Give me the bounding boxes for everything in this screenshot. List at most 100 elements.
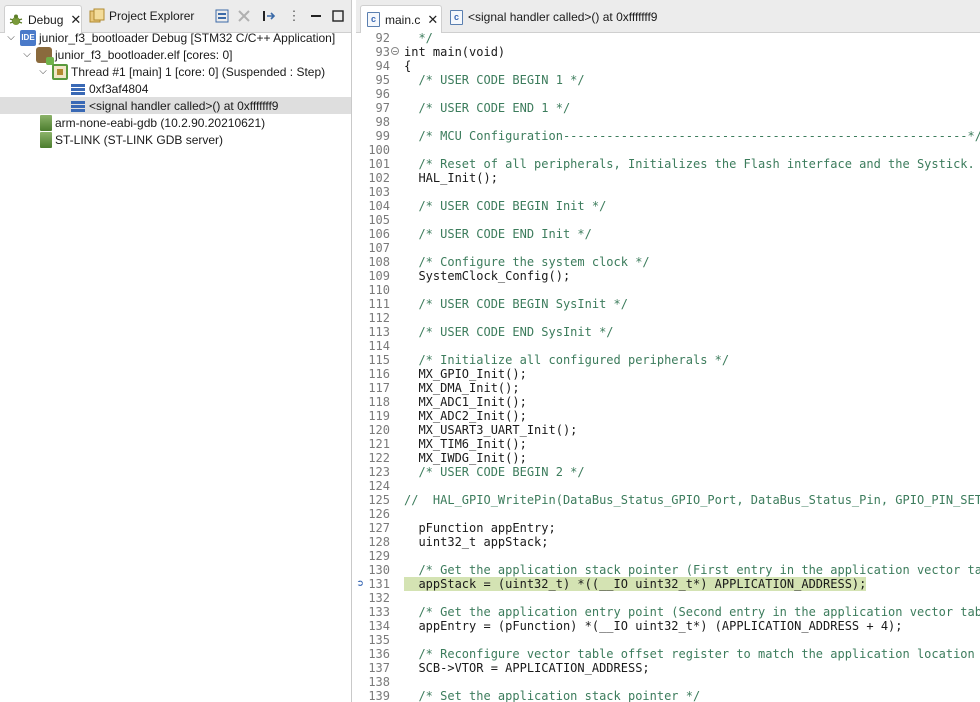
- code-line[interactable]: 112: [356, 311, 980, 325]
- code-editor[interactable]: 92 */93− int main(void) 94{95 /* USER CODE…: [356, 31, 980, 702]
- code-line[interactable]: 129: [356, 549, 980, 563]
- line-number: 136: [368, 647, 390, 661]
- code-line[interactable]: 133 /* Get the application entry point (…: [356, 605, 980, 619]
- code-line[interactable]: 128 uint32_t appStack;: [356, 535, 980, 549]
- line-number: 97: [375, 101, 390, 115]
- code-text: /* Configure the system clock */: [404, 255, 650, 269]
- line-number: 109: [368, 269, 390, 283]
- line-number: 127: [368, 521, 390, 535]
- code-line[interactable]: 121 MX_TIM6_Init();: [356, 437, 980, 451]
- code-line[interactable]: 124: [356, 479, 980, 493]
- code-line[interactable]: 93− int main(void): [356, 45, 980, 59]
- remove-all-icon[interactable]: [236, 8, 252, 24]
- code-line[interactable]: 109 SystemClock_Config();: [356, 269, 980, 283]
- tree-item-launch[interactable]: ⌵ IDE junior_f3_bootloader Debug [STM32 …: [0, 29, 351, 46]
- tab-debug-label: Debug: [28, 12, 64, 27]
- tree-item-label: junior_f3_bootloader Debug [STM32 C/C++ …: [39, 30, 336, 45]
- code-line[interactable]: 132: [356, 591, 980, 605]
- debug-view-pane: Debug ✕ Project Explorer ⋮ ⌵ IDE junior_…: [0, 0, 352, 702]
- code-line[interactable]: 115 /* Initialize all configured periphe…: [356, 353, 980, 367]
- tree-item-stlink[interactable]: ST-LINK (ST-LINK GDB server): [0, 131, 351, 148]
- line-number: 102: [368, 171, 390, 185]
- fold-toggle-icon[interactable]: −: [391, 47, 399, 56]
- code-line[interactable]: 101 /* Reset of all peripherals, Initial…: [356, 157, 980, 171]
- code-line[interactable]: 138: [356, 675, 980, 689]
- code-line[interactable]: 127 pFunction appEntry;: [356, 521, 980, 535]
- code-text: int main(void): [404, 45, 506, 59]
- tab-main-c-label: main.c: [385, 12, 421, 27]
- code-line[interactable]: 119 MX_ADC2_Init();: [356, 409, 980, 423]
- code-line[interactable]: 135: [356, 633, 980, 647]
- code-line[interactable]: 98: [356, 115, 980, 129]
- code-line[interactable]: 117 MX_DMA_Init();: [356, 381, 980, 395]
- tab-main-c[interactable]: c main.c ✕: [360, 5, 442, 33]
- step-filter-icon[interactable]: [262, 8, 278, 24]
- code-line[interactable]: 113 /* USER CODE END SysInit */: [356, 325, 980, 339]
- code-line[interactable]: 106 /* USER CODE END Init */: [356, 227, 980, 241]
- code-line[interactable]: 120 MX_USART3_UART_Init();: [356, 423, 980, 437]
- chevron-down-icon[interactable]: ⌵: [22, 49, 32, 60]
- code-line[interactable]: 137 SCB->VTOR = APPLICATION_ADDRESS;: [356, 661, 980, 675]
- code-line[interactable]: 110: [356, 283, 980, 297]
- view-menu-icon[interactable]: ⋮: [286, 8, 302, 24]
- code-line[interactable]: 92 */: [356, 31, 980, 45]
- code-text: /* MCU Configuration--------------------…: [404, 129, 980, 143]
- collapse-all-icon[interactable]: [214, 8, 230, 24]
- process-icon: [40, 114, 52, 131]
- tree-item-frame[interactable]: 0xf3af4804: [0, 80, 351, 97]
- tree-item-elf[interactable]: ⌵ junior_f3_bootloader.elf [cores: 0]: [0, 46, 351, 65]
- code-line[interactable]: 111 /* USER CODE BEGIN SysInit */: [356, 297, 980, 311]
- code-line[interactable]: 99 /* MCU Configuration-----------------…: [356, 129, 980, 143]
- c-file-icon: c: [367, 12, 380, 27]
- code-line[interactable]: 123 /* USER CODE BEGIN 2 */: [356, 465, 980, 479]
- code-line[interactable]: 94 {: [356, 59, 980, 73]
- chevron-down-icon[interactable]: ⌵: [6, 32, 16, 43]
- code-line[interactable]: 116 MX_GPIO_Init();: [356, 367, 980, 381]
- code-line[interactable]: 136 /* Reconfigure vector table offset r…: [356, 647, 980, 661]
- code-line[interactable]: 134 appEntry = (pFunction) *(__IO uint32…: [356, 619, 980, 633]
- code-line[interactable]: 104 /* USER CODE BEGIN Init */: [356, 199, 980, 213]
- code-line[interactable]: 100: [356, 143, 980, 157]
- project-explorer-icon: [89, 8, 105, 24]
- line-number: 104: [368, 199, 390, 213]
- line-number: 98: [375, 115, 390, 129]
- tree-item-gdb[interactable]: arm-none-eabi-gdb (10.2.90.20210621): [0, 114, 351, 131]
- minimize-icon[interactable]: [308, 8, 324, 24]
- code-line[interactable]: 105: [356, 213, 980, 227]
- thread-icon: [52, 63, 68, 80]
- code-text: /* USER CODE END Init */: [404, 227, 592, 241]
- tree-item-frame-selected[interactable]: <signal handler called>() at 0xfffffff9: [0, 97, 351, 114]
- code-line[interactable]: 96: [356, 87, 980, 101]
- chevron-down-icon[interactable]: ⌵: [38, 66, 48, 77]
- code-line[interactable]: 95 /* USER CODE BEGIN 1 */: [356, 73, 980, 87]
- code-line[interactable]: 139 /* Set the application stack pointer…: [356, 689, 980, 702]
- code-line[interactable]: 130 /* Get the application stack pointer…: [356, 563, 980, 577]
- code-line[interactable]: 126: [356, 507, 980, 521]
- stack-frame-icon: [70, 81, 86, 97]
- process-icon: [40, 131, 52, 148]
- code-line[interactable]: 114: [356, 339, 980, 353]
- tab-debug-close-icon[interactable]: ✕: [70, 12, 81, 28]
- tab-signal-handler[interactable]: c <signal handler called>() at 0xfffffff…: [444, 5, 657, 29]
- code-text: /* Reconfigure vector table offset regis…: [404, 647, 980, 661]
- line-number: 122: [368, 451, 390, 465]
- code-text: pFunction appEntry;: [404, 521, 556, 535]
- code-line[interactable]: 118 MX_ADC1_Init();: [356, 395, 980, 409]
- maximize-icon[interactable]: [330, 8, 346, 24]
- code-line[interactable]: 108 /* Configure the system clock */: [356, 255, 980, 269]
- line-number: 106: [368, 227, 390, 241]
- tab-project-explorer[interactable]: Project Explorer: [86, 4, 194, 28]
- tree-item-thread[interactable]: ⌵ Thread #1 [main] 1 [core: 0] (Suspende…: [0, 63, 351, 80]
- code-line[interactable]: 107: [356, 241, 980, 255]
- code-line-current[interactable]: 131 ➲ appStack = (uint32_t) *((__IO uint3…: [356, 577, 980, 591]
- code-line[interactable]: 125 // HAL_GPIO_WritePin(DataBus_Status_G…: [356, 493, 980, 507]
- code-line[interactable]: 103: [356, 185, 980, 199]
- code-text: appEntry = (pFunction) *(__IO uint32_t*)…: [404, 619, 903, 633]
- code-line[interactable]: 122 MX_IWDG_Init();: [356, 451, 980, 465]
- code-line[interactable]: 97 /* USER CODE END 1 */: [356, 101, 980, 115]
- line-number: 112: [368, 311, 390, 325]
- tab-main-c-close-icon[interactable]: ✕: [427, 12, 438, 28]
- code-text: /* Get the application entry point (Seco…: [404, 605, 980, 619]
- code-text: MX_USART3_UART_Init();: [404, 423, 578, 437]
- code-line[interactable]: 102 HAL_Init();: [356, 171, 980, 185]
